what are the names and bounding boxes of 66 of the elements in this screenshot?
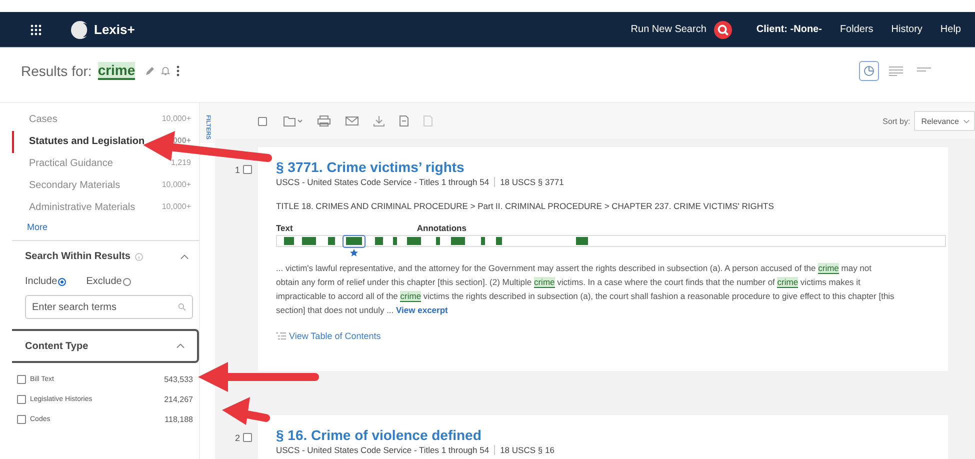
- nav-link[interactable]: Folders: [840, 24, 874, 35]
- citation-text: 18 USCS § 3771: [500, 177, 564, 187]
- table-of-contents-icon: [276, 332, 286, 340]
- nav-link[interactable]: History: [891, 24, 922, 35]
- table-of-contents-link[interactable]: View Table of Contents: [289, 331, 381, 341]
- document-icon[interactable]: [399, 115, 409, 127]
- source-text: USCS - United States Code Service - Titles 1 through 54: [276, 445, 490, 455]
- logo-icon: [70, 20, 90, 40]
- content-type-count: 543,533: [164, 374, 193, 384]
- result-title-link[interactable]: § 3771. Crime victims’ rights: [276, 159, 930, 175]
- category-filter-item[interactable]: Cases 10,000+: [12, 109, 199, 131]
- caret-icon[interactable]: [963, 118, 970, 124]
- folder-icon[interactable]: [283, 115, 303, 127]
- results-label: Results for:: [21, 63, 92, 79]
- radio-option[interactable]: Exclude: [86, 276, 131, 287]
- citation-text: 18 USCS § 16: [500, 445, 554, 455]
- search-icon[interactable]: [714, 20, 732, 38]
- category-filter-item[interactable]: Practical Guidance 1,219: [12, 153, 199, 175]
- result-number: 1: [234, 165, 240, 175]
- more-link[interactable]: More: [12, 219, 199, 232]
- result-checkbox[interactable]: [243, 165, 252, 174]
- result-title-link[interactable]: § 16. Crime of violence defined: [276, 427, 930, 443]
- section-title: Content Type: [25, 340, 88, 352]
- category-filter-item[interactable]: Secondary Materials 10,000+: [12, 175, 199, 197]
- print-icon[interactable]: [317, 115, 331, 127]
- info-icon: [134, 252, 142, 260]
- client-selector[interactable]: Client: -None-: [756, 24, 822, 35]
- list-icon[interactable]: [889, 66, 903, 76]
- more-options-icon[interactable]: [176, 65, 180, 77]
- brand-name[interactable]: Lexis+: [94, 22, 135, 37]
- sort-label: Sort by:: [882, 116, 910, 126]
- category-filter-item[interactable]: Administrative Materials 10,000+: [12, 197, 199, 219]
- hit-map-label: Text: [276, 223, 293, 233]
- excerpt-text: ... victim's lawful representative, and the attorney for the Government may assert the rights described in subsection (a). A person accused of the crime may not obtain any form of relief under this chapter [this section]. (2) Multiple crime victims. In a case where the court finds that the number of crime victims makes it impracticable to accord all of the crime victims the rights described in subsection (a), the court shall fashion a reasonable procedure to give effect to this chapter [this section] that does not unduly ... View excerpt: [276, 262, 896, 317]
- pencil-icon[interactable]: [145, 66, 156, 76]
- run-new-search-link[interactable]: Run New Search: [630, 24, 706, 35]
- chart-view-button[interactable]: [859, 61, 879, 81]
- content-type-header[interactable]: Content Type: [12, 329, 199, 363]
- search-icon: [178, 303, 186, 311]
- section-title: Search Within Results: [25, 251, 130, 262]
- view-excerpt-link[interactable]: View excerpt: [396, 305, 448, 315]
- arrow: [222, 397, 270, 425]
- source-text: USCS - United States Code Service - Titles 1 through 54: [276, 177, 490, 187]
- checkbox[interactable]: [17, 394, 26, 404]
- breadcrumb-text: TITLE 18. CRIMES AND CRIMINAL PROCEDURE > Part II. CRIMINAL PROCEDURE > CHAPTER 237. CRIME VICTIMS' RIGHTS: [276, 201, 775, 211]
- select-all-checkbox[interactable]: [258, 116, 267, 126]
- bell-icon[interactable]: [161, 66, 170, 76]
- radio-option[interactable]: Include: [25, 276, 66, 287]
- result-number: 2: [234, 433, 240, 443]
- app-grid-icon[interactable]: [30, 24, 42, 36]
- download-icon[interactable]: [373, 115, 385, 127]
- hit-map-drawing[interactable]: [276, 235, 946, 257]
- search-term: crime: [98, 62, 136, 80]
- checkbox[interactable]: [17, 374, 26, 384]
- result-checkbox[interactable]: [243, 433, 252, 442]
- content-type-count: 214,267: [164, 394, 193, 404]
- collapse-icon[interactable]: [176, 343, 185, 349]
- sort-dropdown[interactable]: Relevance: [914, 111, 975, 131]
- chart-icon[interactable]: [863, 65, 875, 77]
- checkbox[interactable]: [17, 414, 26, 424]
- content-type-count: 118,188: [164, 414, 193, 424]
- hit-map-label: Annotations: [416, 223, 466, 233]
- search-within-field[interactable]: Enter search terms: [25, 295, 193, 319]
- collapse-icon[interactable]: [180, 254, 189, 260]
- email-icon[interactable]: [345, 116, 359, 126]
- nav-link[interactable]: Help: [940, 24, 961, 35]
